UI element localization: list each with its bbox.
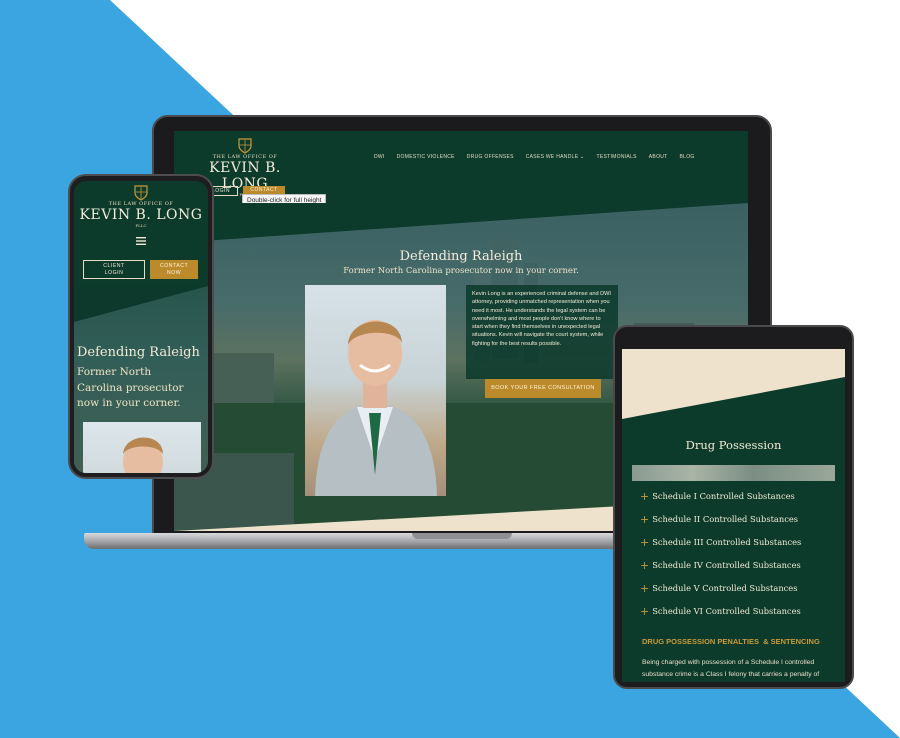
accordion-item-schedule-4[interactable]: + Schedule IV Controlled Substances (640, 559, 801, 572)
book-consultation-button[interactable]: BOOK YOUR FREE CONSULTATION (485, 379, 601, 398)
accordion-item-schedule-5[interactable]: + Schedule V Controlled Substances (640, 582, 797, 595)
nav-item-dwi[interactable]: DWI (374, 154, 385, 160)
phone-attorney-portrait (83, 422, 201, 473)
bio-text: Kevin Long is an experienced criminal de… (466, 285, 618, 379)
phone-screen: THE LAW OFFICE OF KEVIN B. LONG PLLC CLI… (74, 181, 208, 473)
accordion-item-schedule-1[interactable]: + Schedule I Controlled Substances (640, 490, 795, 503)
plus-icon: + (640, 513, 650, 526)
nav-item-cases-we-handle[interactable]: CASES WE HANDLE ⌄ (526, 154, 585, 160)
accordion-item-schedule-3[interactable]: + Schedule III Controlled Substances (640, 536, 801, 549)
penalties-heading: DRUG POSSESSION PENALTIES & SENTENCING (642, 637, 820, 646)
tablet-page-title: Drug Possession (685, 438, 782, 452)
plus-icon: + (640, 559, 650, 572)
phone-client-login-button[interactable]: CLIENT LOGIN (83, 260, 145, 279)
nav-item-drug-offenses[interactable]: DRUG OFFENSES (467, 154, 514, 160)
phone-hero-subtitle: Former North Carolina prosecutor now in … (77, 366, 184, 409)
plus-icon: + (640, 536, 650, 549)
phone-contact-now-button[interactable]: CONTACT NOW (150, 260, 198, 279)
accordion-item-schedule-2[interactable]: + Schedule II Controlled Substances (640, 513, 798, 526)
main-nav: DWI DOMESTIC VIOLENCE DRUG OFFENSES CASE… (374, 154, 695, 160)
nav-item-blog[interactable]: BLOG (680, 154, 695, 160)
penalties-text: Being charged with possession of a Sched… (642, 659, 820, 678)
nav-item-about[interactable]: ABOUT (649, 154, 668, 160)
plus-icon: + (640, 605, 650, 618)
shield-icon (238, 138, 252, 154)
tablet-screen: Drug Possession + Schedule I Controlled S… (622, 349, 845, 682)
attorney-portrait (305, 285, 446, 496)
hero-title: Defending Raleigh (399, 249, 523, 264)
phone-logo[interactable]: THE LAW OFFICE OF KEVIN B. LONG PLLC (74, 185, 208, 228)
shield-icon (134, 185, 148, 201)
hero-top-divider (174, 203, 748, 243)
accordion-item-schedule-6[interactable]: + Schedule VI Controlled Substances (640, 605, 801, 618)
nav-item-testimonials[interactable]: TESTIMONIALS (597, 154, 637, 160)
nav-item-domestic-violence[interactable]: DOMESTIC VIOLENCE (397, 154, 455, 160)
phone-hero-title: Defending Raleigh (77, 345, 200, 360)
plus-icon: + (640, 490, 650, 503)
tablet-banner-photo (632, 465, 835, 481)
plus-icon: + (640, 582, 650, 595)
tablet-top-divider (622, 349, 845, 419)
hamburger-icon[interactable] (136, 237, 146, 245)
hero-subtitle: Former North Carolina prosecutor now in … (343, 266, 579, 276)
